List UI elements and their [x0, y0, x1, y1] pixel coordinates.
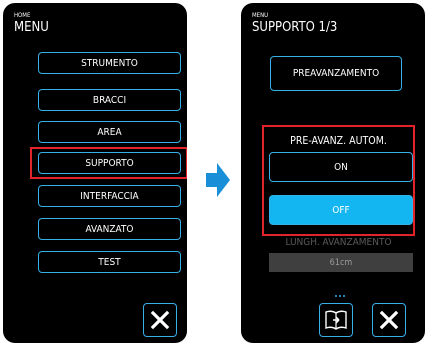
close-icon [379, 310, 399, 330]
right-screen-panel: MENU SUPPORTO 1/3 PREAVANZAMENTO PRE-AVA… [241, 3, 425, 343]
menu-strumento-button[interactable]: STRUMENTO [38, 52, 181, 74]
feed-length-label: LUNGH. AVANZAMENTO [285, 237, 392, 248]
auto-feed-label: PRE-AVANZ. AUTOM. [290, 135, 387, 147]
preavanzamento-button[interactable]: PREAVANZAMENTO [270, 56, 402, 91]
book-icon [325, 310, 347, 330]
menu-test-button[interactable]: TEST [38, 251, 181, 273]
on-button[interactable]: ON [269, 152, 413, 182]
breadcrumb: MENU [252, 12, 269, 19]
menu-bracci-button[interactable]: BRACCI [38, 89, 181, 111]
guide-button[interactable] [319, 303, 353, 337]
arrow-right-icon [206, 163, 230, 197]
page-title: SUPPORTO 1/3 [252, 20, 338, 35]
page-dot [339, 295, 341, 297]
menu-interfaccia-button[interactable]: INTERFACCIA [38, 185, 181, 207]
selection-highlight [30, 147, 187, 179]
page-title: MENU [14, 20, 49, 35]
menu-avanzato-button[interactable]: AVANZATO [38, 218, 181, 240]
close-icon [150, 310, 170, 330]
page-dot [343, 295, 345, 297]
close-button[interactable] [143, 303, 177, 337]
left-screen-panel: HOME MENU STRUMENTO BRACCI AREA SUPPORTO… [3, 3, 187, 343]
close-button[interactable] [372, 303, 406, 337]
breadcrumb: HOME [14, 12, 31, 19]
menu-area-button[interactable]: AREA [38, 121, 181, 143]
feed-length-field[interactable]: 61cm [269, 253, 413, 272]
off-button[interactable]: OFF [269, 195, 413, 225]
page-dot [335, 295, 337, 297]
